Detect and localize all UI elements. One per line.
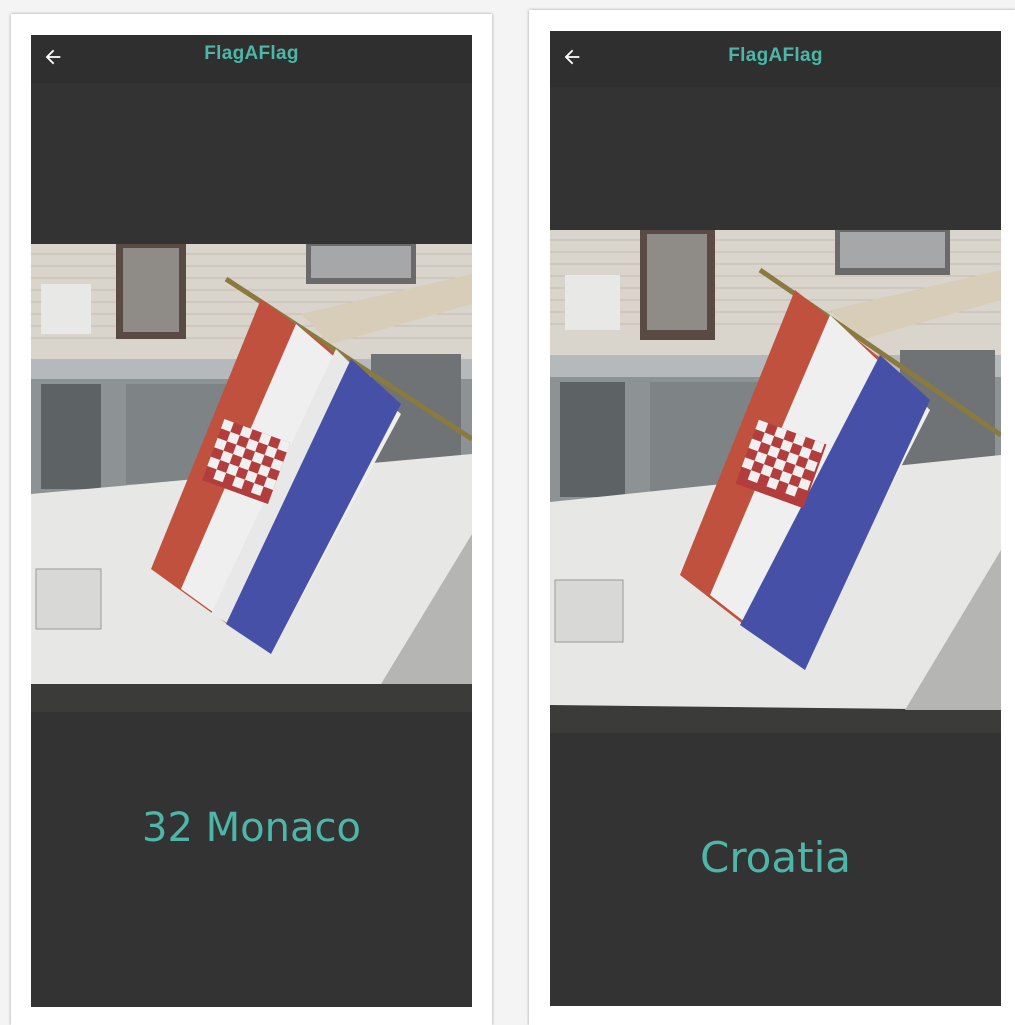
phone-screen: FlagAFlag [31,35,472,1007]
app-bar: FlagAFlag [31,35,472,83]
screenshot-card-right: FlagAFlag Croatia [529,10,1015,1025]
result-label: 32 Monaco [142,805,361,851]
flag-photo [31,244,472,712]
app-bar: FlagAFlag [550,31,1001,87]
phone-screen: FlagAFlag [550,31,1001,1006]
app-title: FlagAFlag [728,45,823,66]
flag-photo [550,230,1001,733]
app-title: FlagAFlag [204,43,299,64]
result-label: Croatia [700,833,851,882]
comparison-page: FlagAFlag 32 Monaco FlagAFlag Croatia [0,0,1015,1025]
screenshot-card-left: FlagAFlag 32 Monaco [11,14,492,1025]
